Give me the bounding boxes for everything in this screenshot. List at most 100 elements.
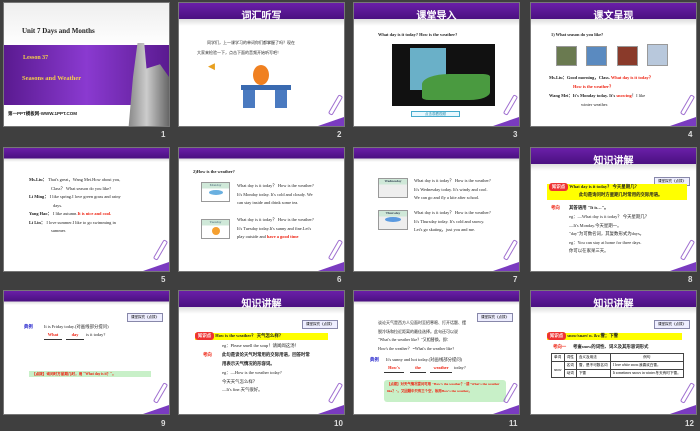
pen-icon bbox=[152, 239, 169, 261]
footer-bar bbox=[493, 405, 519, 414]
point-text: snow/snəʊ/ n. &v.雪；下雪 bbox=[567, 333, 619, 338]
line: summer. bbox=[51, 228, 67, 233]
explanation: 谈论天气是西方人见面时至招寒暄、打开话题、摆 脱冷场和拉近距离的最佳选择。此句还可… bbox=[378, 319, 466, 353]
monday-weather-card: Monday bbox=[201, 182, 230, 202]
line: It's Monday today. It's cold and cloudy.… bbox=[237, 191, 313, 197]
slide-thumbnail-7[interactable]: Wednesday What day is it today？ How is t… bbox=[353, 147, 520, 272]
wednesday-weather-card: Wednesday bbox=[378, 178, 408, 198]
tuesday-weather-card: Tuesday bbox=[201, 219, 230, 239]
pen-icon bbox=[679, 94, 696, 116]
speaker: Yang Hao： bbox=[29, 211, 52, 216]
knowledge-point: 知识点 How is the weather？ 天气怎么样？ bbox=[195, 332, 283, 340]
text: ！I like bbox=[631, 93, 646, 98]
paragraph: What day is it today？ How is the weather… bbox=[414, 177, 491, 203]
speaker-line: Wang Mei：It's Monday today. It's bbox=[549, 93, 617, 98]
day-label: Monday bbox=[209, 183, 222, 187]
line: What day is it today？ How is the weather… bbox=[414, 178, 491, 183]
exercise-text: It's sunny and hot today.(对画线部分提问) bbox=[386, 357, 463, 362]
example-label: 典例 bbox=[370, 357, 379, 362]
speaker: Ms.Liu： bbox=[29, 177, 47, 182]
slide-number: 5 bbox=[161, 275, 166, 284]
slide-number: 6 bbox=[337, 275, 342, 284]
line: —It's Monday.今天星期一。 bbox=[569, 222, 622, 228]
footer-bar bbox=[318, 117, 344, 126]
line: —It's fine.天气很好。 bbox=[222, 387, 263, 392]
slide-heading: 课文呈现 bbox=[593, 11, 634, 22]
table-row: snow 名词 雪，是不可数名词 I love white snow.我喜欢白雪。 bbox=[551, 361, 685, 378]
slide-thumbnail-12[interactable]: 知识讲解 课堂探究《点拨》 知识点 snow/snəʊ/ n. &v.雪；下雪 … bbox=[530, 290, 697, 415]
slide-thumbnail-8[interactable]: 知识讲解 课堂探究《点拨》 知识点 What day is it today？ … bbox=[530, 147, 697, 272]
footer-bar bbox=[670, 117, 696, 126]
line: days. bbox=[53, 202, 63, 208]
lesson-subtitle: Seasons and Weather bbox=[22, 75, 82, 82]
point-text: 此句是谈论天气时常用的交际用语，回答时常 bbox=[222, 352, 310, 357]
winter-image bbox=[647, 44, 668, 66]
line: I like spring.I love green grass and rai… bbox=[49, 194, 121, 199]
point-text: What day is it today？ 今天星期几？ bbox=[569, 184, 639, 189]
speaker-line: Ms.Liu：Good morning，Class. bbox=[549, 75, 611, 80]
slide-thumbnail-11[interactable]: 课堂探究《点拨》 谈论天气是西方人见面时至招寒暄、打开话题、摆 脱冷场和拉近距离的… bbox=[353, 290, 520, 415]
header-cell: 例句 bbox=[609, 353, 685, 362]
footer-bar bbox=[143, 405, 169, 414]
slide-header: 词汇听写 bbox=[179, 3, 344, 26]
exam-focus-label: 考向 bbox=[203, 352, 212, 357]
cloud-icon bbox=[208, 190, 223, 195]
line: eg：—What day is it today？ 今天星期几？ bbox=[569, 214, 650, 219]
slide-number: 12 bbox=[685, 419, 694, 428]
pen-icon bbox=[152, 382, 169, 404]
slide-thumbnail-4[interactable]: 课文呈现 1) What season do you like? Ms.Liu：… bbox=[530, 2, 697, 127]
speaker-icon[interactable]: ◀ bbox=[208, 61, 215, 72]
line: "What's the weather like？"又相替换，即： bbox=[378, 337, 451, 342]
pen-icon bbox=[679, 239, 696, 261]
dialogue: Ms.Liu： That's great，Wang Mei.How about … bbox=[29, 176, 121, 236]
cell: I love white snow.我喜欢白雪。 bbox=[609, 361, 685, 370]
slide-thumbnail-2[interactable]: 词汇听写 同学们，上一课学习的单词你们都掌握了吗？现在 大家来检验一下，点击下面… bbox=[178, 2, 345, 127]
line: eg：—How is the weather today? bbox=[222, 370, 282, 375]
pen-icon bbox=[502, 94, 519, 116]
slide-thumbnail-6[interactable]: 2)How is the weather? Monday What day is… bbox=[178, 147, 345, 272]
table-row: 动词 下雪 It sometimes snows in winter.冬天有时下雪。 bbox=[552, 369, 685, 378]
example-text: eg：Please smell the soup！请闻闻这汤！ bbox=[222, 343, 299, 348]
slide-thumbnail-5[interactable]: Ms.Liu： That's great，Wang Mei.How about … bbox=[3, 147, 170, 272]
word-table: 单词 词性 含义及用法 例句 snow 名词 雪，是不可数名词 I love white s… bbox=[551, 353, 685, 378]
body-text: 大家来检验一下，点击下面的音频开始听写吧！ bbox=[197, 50, 281, 55]
dialogue-line: Wang Mei：It's Monday today. It's snowing… bbox=[549, 92, 645, 100]
snow-cloud-icon bbox=[385, 217, 401, 222]
line: 你可以在家呆三天。 bbox=[569, 248, 609, 253]
slide-number: 9 bbox=[161, 419, 166, 428]
table-header: 单词 词性 含义及用法 例句 bbox=[551, 353, 685, 362]
slide-thumbnail-3[interactable]: 课堂导入 What day is it today? How is the we… bbox=[353, 2, 520, 127]
slide-number: 7 bbox=[513, 275, 518, 284]
slide-thumbnail-10[interactable]: 知识讲解 课堂探究《点拨》 知识点 How is the weather？ 天气… bbox=[178, 290, 345, 415]
slide-number: 2 bbox=[337, 130, 342, 139]
answer-blank: weather bbox=[430, 364, 452, 373]
weather-video[interactable] bbox=[392, 44, 495, 106]
line: That's great，Wang Mei.How about you, bbox=[47, 177, 121, 182]
footer-bar bbox=[318, 405, 344, 414]
pen-icon bbox=[327, 239, 344, 261]
header-cell: 单词 bbox=[551, 353, 565, 362]
exercise-text: It is Friday today.(对画线部分提问) bbox=[44, 324, 109, 329]
slide-number: 8 bbox=[688, 275, 693, 284]
thursday-weather-card: Thursday bbox=[378, 210, 408, 230]
slide-header bbox=[4, 148, 169, 162]
line: 今天天气怎么样？ bbox=[222, 378, 258, 384]
knowledge-point: 知识点 snow/snəʊ/ n. &v.雪；下雪 bbox=[547, 332, 618, 340]
line: 谈论天气是西方人见面时至招寒暄、打开话题、摆 bbox=[378, 320, 466, 325]
point-text: 用表示天气情况的形容词。 bbox=[222, 361, 275, 366]
speaker: Li Ming： bbox=[29, 194, 49, 199]
watch-video-button[interactable]: 点击观看视频 bbox=[411, 111, 460, 117]
slide-thumbnail-1[interactable]: Unit 7 Days and Months Lesson 37 Seasons… bbox=[3, 2, 170, 127]
exam-focus-label: 考向 bbox=[551, 205, 560, 210]
slide-heading: 知识讲解 bbox=[593, 299, 634, 310]
slide-thumbnail-9[interactable]: 课堂探究《点拨》 典例 It is Friday today.(对画线部分提问)… bbox=[3, 290, 170, 415]
section-tag: 课堂探究《点拨》 bbox=[302, 320, 338, 329]
slide-heading: 知识讲解 bbox=[593, 156, 634, 167]
cell: 下雪 bbox=[575, 369, 611, 378]
slide-number: 11 bbox=[509, 419, 518, 428]
footer-bar bbox=[493, 117, 519, 126]
body-text: 同学们，上一课学习的单词你们都掌握了吗？现在 bbox=[207, 40, 295, 45]
tip-box: 【点拨】对天气情况提问可用 "How's the weather？"或"What… bbox=[384, 380, 506, 402]
slide-header bbox=[4, 291, 169, 305]
slide-header: 知识讲解 bbox=[179, 291, 344, 314]
